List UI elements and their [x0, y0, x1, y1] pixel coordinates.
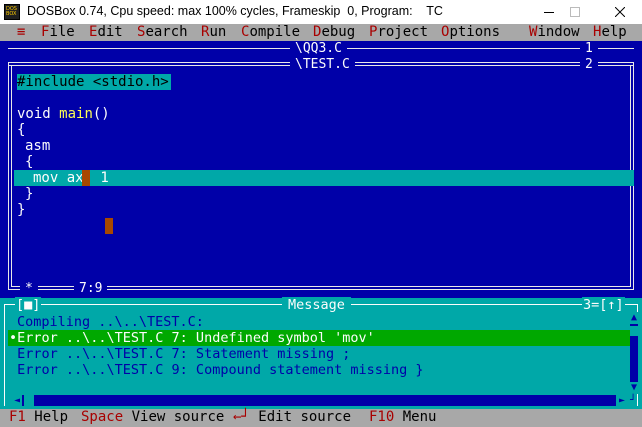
- message-horizontal-scrollbar[interactable]: [12, 395, 628, 406]
- editor-left-border-inner: [11, 65, 12, 287]
- menu-debug[interactable]: Debug: [313, 24, 355, 41]
- tab-test-number: 2: [580, 58, 598, 72]
- menu-help[interactable]: Help: [593, 24, 627, 41]
- dosbox-icon: DOS BOX: [4, 4, 20, 20]
- scroll-up-icon[interactable]: ▲: [630, 312, 638, 324]
- status-view-source[interactable]: Space View source: [81, 409, 224, 426]
- status-f1-help[interactable]: F1 Help: [9, 409, 68, 426]
- scroll-right-icon[interactable]: ►: [616, 395, 628, 406]
- message-zoom-box[interactable]: [↑]: [599, 297, 623, 313]
- message-number: 3=[↑]: [582, 297, 625, 313]
- menu-run[interactable]: Run: [201, 24, 226, 41]
- scroll-left-icon[interactable]: ◄: [12, 395, 22, 406]
- enter-key-icon: ←┘: [233, 409, 250, 425]
- menu-file[interactable]: File: [41, 24, 75, 41]
- error-cursor: [82, 170, 90, 186]
- code-line-6[interactable]: {: [25, 154, 33, 170]
- message-left-border: [4, 304, 5, 406]
- message-line-3[interactable]: Error ..\..\TEST.C 7: Statement missing …: [9, 346, 350, 362]
- close-icon: [615, 7, 625, 17]
- text-cursor: [105, 218, 113, 234]
- message-line-4[interactable]: Error ..\..\TEST.C 9: Compound statement…: [9, 362, 423, 378]
- code-line-7[interactable]: mov ax, 1: [33, 170, 109, 186]
- menu-window[interactable]: Window: [529, 24, 580, 41]
- status-edit-source[interactable]: ←┘ Edit source: [233, 409, 351, 426]
- window-title: DOSBox 0.74, Cpu speed: max 100% cycles,…: [27, 4, 443, 18]
- menu-options[interactable]: Options: [441, 24, 500, 41]
- horizontal-scroll-thumb[interactable]: [24, 395, 34, 406]
- status-f10-menu[interactable]: F10 Menu: [369, 409, 436, 426]
- minimize-icon: [544, 12, 554, 13]
- code-line-4[interactable]: {: [17, 122, 25, 138]
- system-menu-icon[interactable]: ≡: [17, 24, 25, 41]
- tab-qq3[interactable]: \QQ3.C: [290, 42, 347, 56]
- scroll-down-icon[interactable]: ▼: [630, 382, 638, 394]
- menu-search[interactable]: Search: [137, 24, 188, 41]
- code-line-5[interactable]: asm: [25, 138, 50, 154]
- menu-compile[interactable]: Compile: [241, 24, 300, 41]
- editor-left-border-outer: [8, 62, 9, 290]
- message-close-box[interactable]: [■]: [15, 297, 42, 313]
- vertical-scroll-thumb[interactable]: [630, 326, 638, 336]
- menu-project[interactable]: Project: [369, 24, 428, 41]
- tab-test[interactable]: \TEST.C: [290, 58, 355, 72]
- menu-edit[interactable]: Edit: [89, 24, 123, 41]
- code-line-8[interactable]: }: [25, 186, 33, 202]
- message-title: Message: [282, 297, 351, 313]
- code-line-3[interactable]: void main(): [17, 106, 110, 122]
- modified-marker: *: [20, 282, 38, 296]
- resize-corner-icon[interactable]: ┘: [630, 395, 638, 406]
- message-line-1[interactable]: Compiling ..\..\TEST.C:: [17, 314, 204, 330]
- message-line-2[interactable]: •Error ..\..\TEST.C 7: Undefined symbol …: [9, 330, 375, 346]
- maximize-icon: [570, 7, 580, 17]
- tab-qq3-number: 1: [580, 42, 598, 56]
- code-line-1[interactable]: #include <stdio.h>: [17, 74, 171, 90]
- maximize-button[interactable]: [554, 0, 596, 24]
- code-line-9[interactable]: }: [17, 202, 25, 218]
- cursor-position: 7:9: [74, 282, 108, 296]
- close-button[interactable]: [599, 0, 641, 24]
